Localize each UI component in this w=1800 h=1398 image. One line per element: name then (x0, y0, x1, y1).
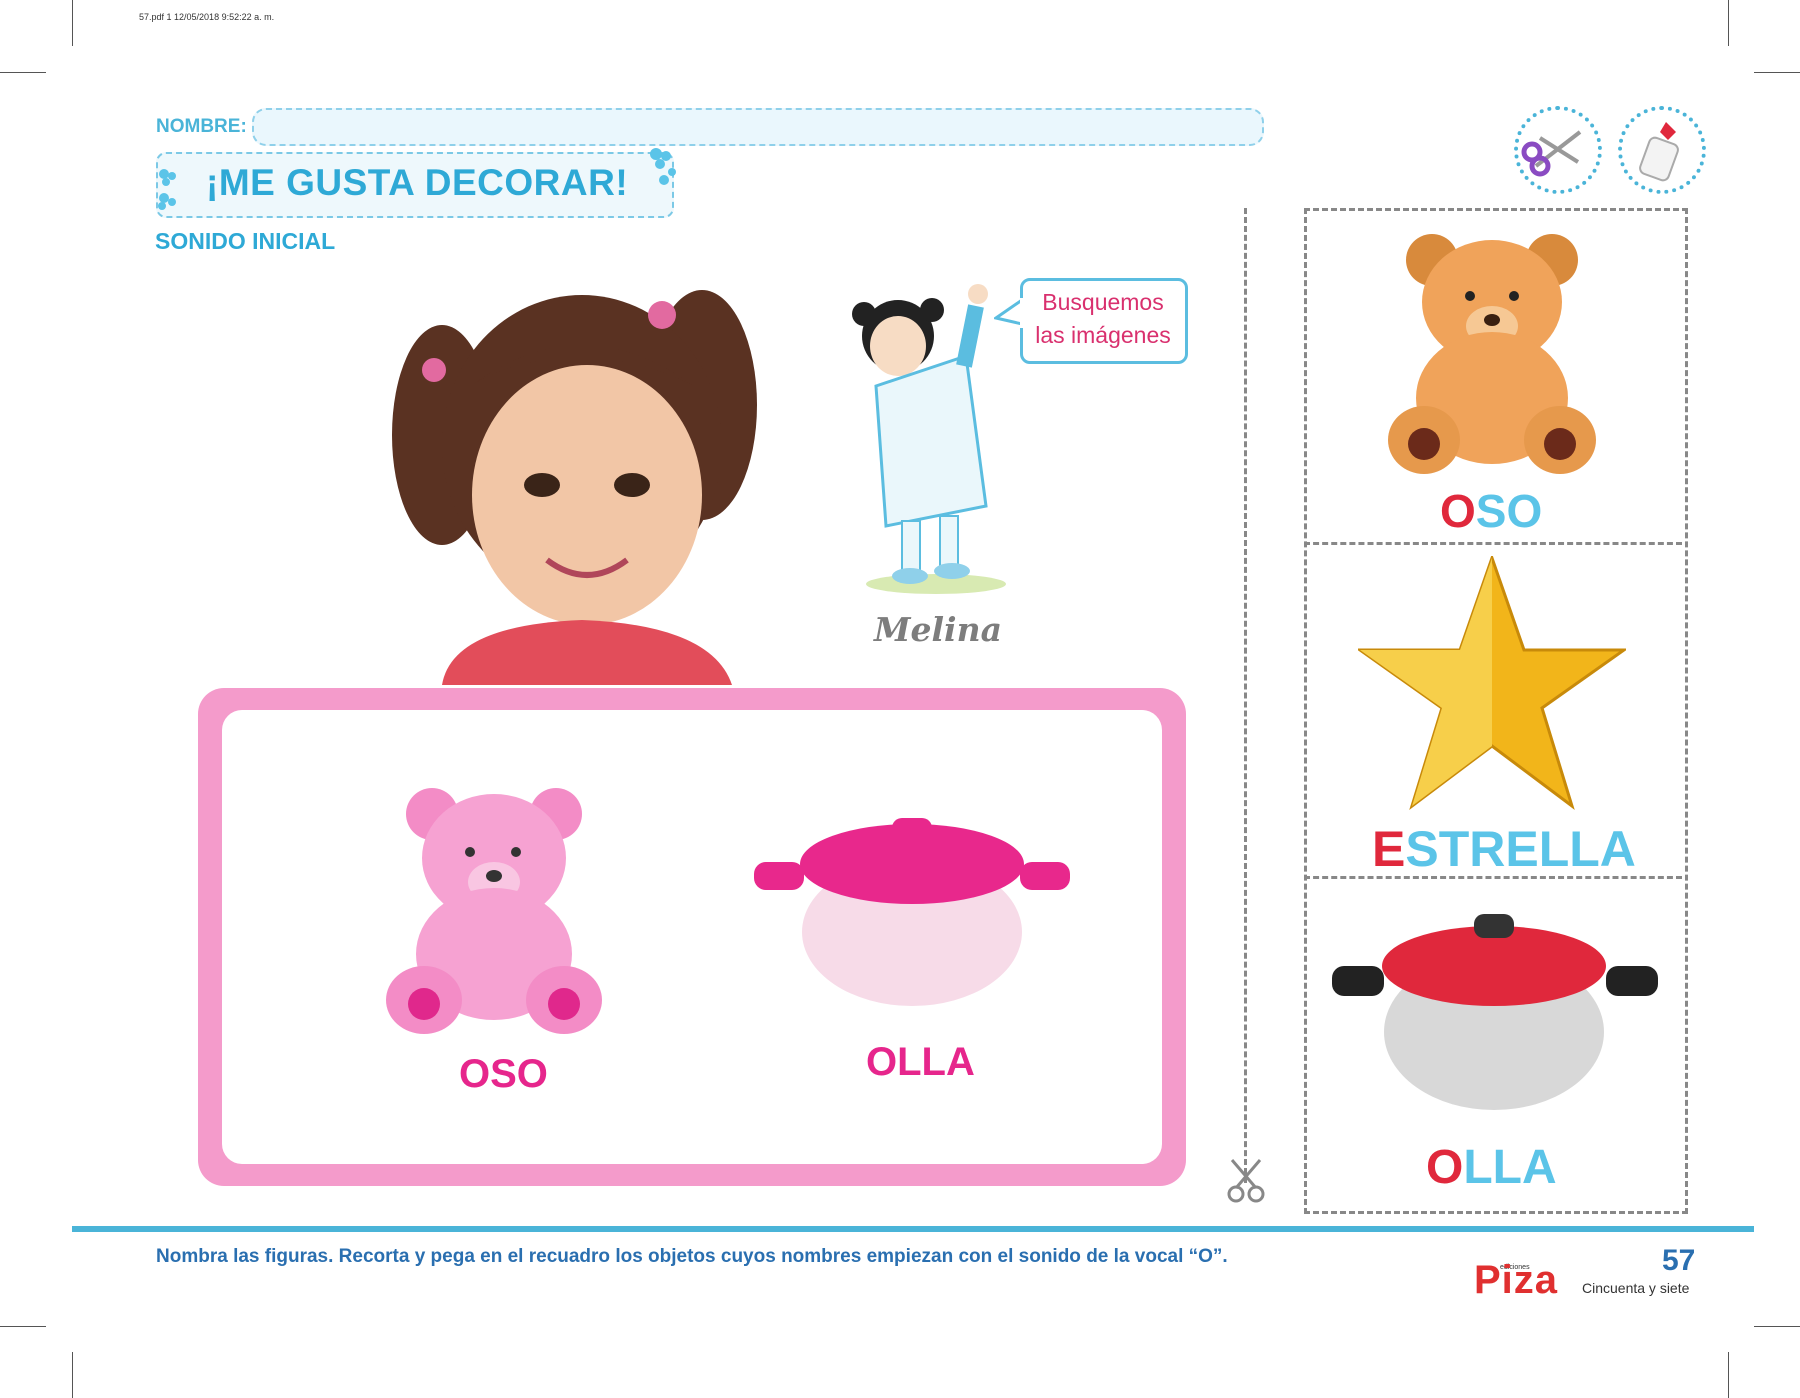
word-rest: STRELLA (1405, 821, 1636, 877)
crop-mark (0, 1326, 46, 1327)
crop-mark (1728, 1352, 1729, 1398)
speech-text: Busquemos las imágenes (1020, 286, 1186, 352)
publisher-logo: Piza (1474, 1258, 1559, 1302)
crop-mark (72, 1352, 73, 1398)
flower-decoration-icon (650, 148, 676, 185)
brown-teddy-bear-icon[interactable] (1382, 222, 1602, 478)
girl-photo (392, 290, 757, 685)
name-input-field[interactable] (252, 108, 1264, 146)
scissors-icon (1521, 130, 1582, 177)
cutout-word-olla: OLLA (1426, 1140, 1557, 1195)
cutout-divider (1304, 542, 1682, 545)
pink-pot-icon (754, 818, 1070, 1006)
word-initial: E (1372, 821, 1406, 877)
cutout-word-estrella: ESTRELLA (1372, 820, 1636, 878)
melina-character-illustration (852, 284, 1006, 594)
frame-word-oso: OSO (459, 1052, 548, 1097)
word-rest: SO (490, 1052, 548, 1096)
red-pot-icon[interactable] (1330, 908, 1660, 1114)
speech-line: Busquemos (1042, 289, 1164, 315)
instruction-text: Nombra las figuras. Recorta y pega en el… (156, 1246, 1228, 1267)
frame-word-olla: OLLA (866, 1040, 975, 1085)
word-initial: O (1440, 485, 1476, 537)
cutout-word-oso: OSO (1440, 484, 1542, 538)
word-initial: O (1426, 1141, 1464, 1194)
crop-mark (72, 0, 73, 46)
glue-tool-badge (1618, 106, 1706, 194)
print-info: 57.pdf 1 12/05/2018 9:52:22 a. m. (139, 12, 275, 22)
word-initial: O (459, 1052, 491, 1096)
pink-teddy-bear-icon (386, 788, 602, 1034)
word-rest: LLA (897, 1040, 975, 1084)
page-number-words: Cincuenta y siete (1582, 1280, 1690, 1296)
character-name: Melina (874, 610, 1002, 649)
scissors-cut-icon (1227, 1159, 1265, 1203)
gold-star-icon[interactable] (1358, 556, 1626, 812)
speech-line: las imágenes (1035, 322, 1171, 348)
page-subtitle: SONIDO INICIAL (155, 228, 336, 254)
flower-decoration-icon (158, 169, 176, 210)
glue-bottle-icon (1639, 122, 1679, 182)
scissors-tool-badge (1514, 106, 1602, 194)
crop-mark (0, 72, 46, 73)
footer-divider (72, 1226, 1754, 1232)
page-number: 57 (1662, 1244, 1696, 1277)
cut-guide-line (1244, 208, 1247, 1183)
crop-mark (1754, 72, 1800, 73)
word-initial: O (866, 1040, 898, 1084)
name-label: NOMBRE: (156, 116, 247, 137)
crop-mark (1728, 0, 1729, 46)
crop-mark (1754, 1326, 1800, 1327)
word-rest: LLA (1463, 1141, 1557, 1194)
page-title: ¡ME GUSTA DECORAR! (206, 162, 629, 203)
word-rest: SO (1475, 485, 1543, 537)
